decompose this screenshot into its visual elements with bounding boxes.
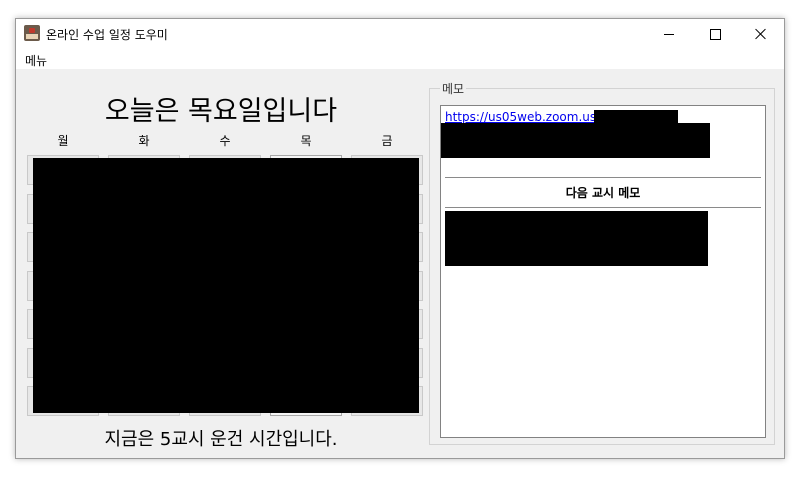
redacted-schedule-block (33, 158, 419, 413)
title-bar[interactable]: 온라인 수업 일정 도우미 (16, 19, 784, 49)
meeting-link[interactable]: https://us05web.zoom.us/j/ (445, 110, 608, 124)
maximize-button[interactable] (692, 19, 738, 49)
current-period-status: 지금은 5교시 운건 시간입니다. (104, 429, 338, 450)
maximize-icon (709, 28, 721, 40)
day-header-thu: 목 (300, 134, 312, 148)
redacted-memo-line (441, 123, 710, 158)
memo-divider-bottom (445, 207, 761, 208)
memo-legend: 메모 (440, 80, 467, 97)
window-title: 온라인 수업 일정 도우미 (46, 28, 168, 42)
next-period-memo-heading: 다음 교시 메모 (565, 186, 641, 200)
minimize-button[interactable] (646, 19, 692, 49)
close-icon (755, 28, 767, 40)
memo-divider-top (445, 177, 761, 178)
menu-bar: 메뉴 (16, 49, 784, 69)
app-window: 온라인 수업 일정 도우미 메뉴 오늘은 목요일입니다 월 화 수 목 금 지금… (15, 18, 785, 459)
day-header-tue: 화 (138, 134, 150, 148)
day-header-wed: 수 (219, 134, 231, 148)
day-header-fri: 금 (381, 134, 393, 148)
day-header-mon: 월 (57, 134, 69, 148)
menu-item-menu[interactable]: 메뉴 (25, 52, 47, 69)
close-button[interactable] (738, 19, 784, 49)
redacted-next-memo (445, 211, 708, 266)
today-heading: 오늘은 목요일입니다 (104, 96, 338, 127)
app-icon (24, 25, 40, 41)
minimize-icon (664, 33, 674, 35)
